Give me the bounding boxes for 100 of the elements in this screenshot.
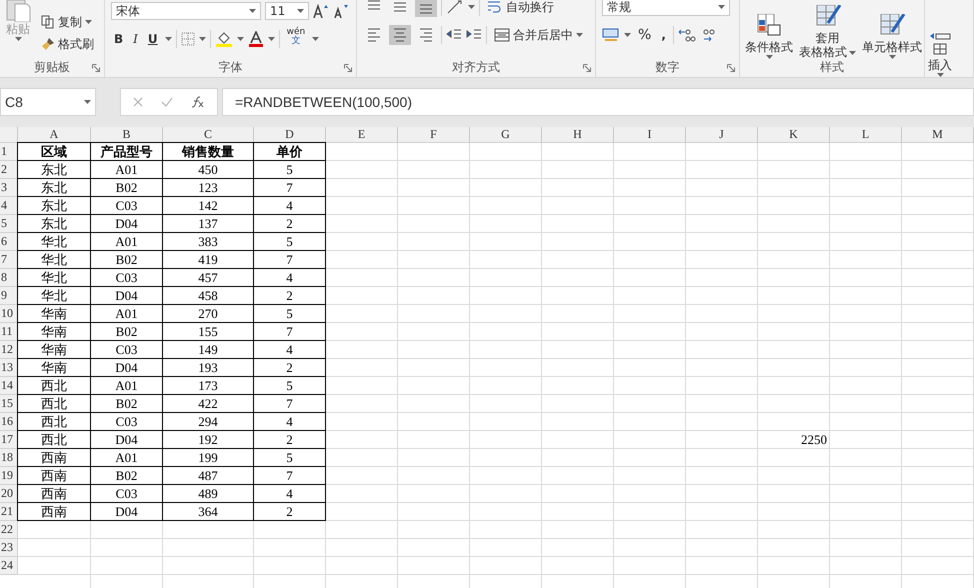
caret-icon[interactable] [849, 50, 856, 54]
caret-icon[interactable] [164, 37, 172, 41]
caret-icon[interactable] [297, 9, 304, 13]
fill-color-icon[interactable] [214, 31, 233, 47]
italic-button[interactable]: I [130, 29, 141, 49]
format-painter-button[interactable]: 格式刷 [38, 34, 97, 54]
column-header[interactable]: F [398, 127, 470, 143]
decrease-font-icon[interactable] [333, 4, 349, 18]
borders-icon[interactable] [180, 32, 195, 46]
column-header[interactable]: G [470, 127, 542, 143]
dialog-launcher-icon[interactable] [583, 64, 591, 72]
caret-icon[interactable] [85, 20, 92, 24]
formula-input[interactable]: =RANDBETWEEN(100,500) [222, 88, 974, 116]
percent-button[interactable]: % [635, 25, 654, 45]
dialog-launcher-icon[interactable] [344, 64, 352, 72]
caret-icon[interactable] [766, 55, 772, 59]
number-format-dropdown[interactable]: 常规 [602, 0, 730, 16]
row-header[interactable]: 22 [0, 521, 18, 539]
caret-icon[interactable] [198, 37, 206, 41]
table-cell: B02 [91, 395, 163, 413]
row-header[interactable]: 4 [0, 197, 18, 215]
column-header[interactable]: D [254, 127, 326, 143]
row-header[interactable]: 12 [0, 341, 18, 359]
caret-icon[interactable] [249, 9, 256, 13]
currency-icon[interactable] [602, 28, 620, 42]
merge-center-button[interactable]: 合并后居中 [491, 25, 586, 45]
caret-icon[interactable] [468, 5, 475, 9]
row-header[interactable]: 21 [0, 503, 18, 521]
column-header[interactable]: A [18, 127, 91, 143]
column-header[interactable]: I [614, 127, 686, 143]
table-cell: 2 [254, 287, 326, 305]
function-icon[interactable] [191, 96, 205, 108]
row-header[interactable]: 20 [0, 485, 18, 503]
row-header[interactable]: 11 [0, 323, 18, 341]
table-cell: D04 [91, 359, 163, 377]
table-cell: 193 [163, 359, 254, 377]
row-header[interactable]: 3 [0, 179, 18, 197]
cell-styles-button[interactable]: 单元格样式 [859, 14, 924, 59]
copy-button[interactable]: 复制 [38, 12, 97, 32]
column-header[interactable]: M [902, 127, 974, 143]
conditional-formatting-button[interactable]: 条件格式 [742, 14, 796, 59]
row-header[interactable]: 19 [0, 467, 18, 485]
underline-button[interactable]: U [144, 29, 161, 49]
row-header[interactable]: 9 [0, 287, 18, 305]
row-header[interactable]: 10 [0, 305, 18, 323]
column-header[interactable]: K [758, 127, 830, 143]
column-header[interactable]: C [163, 127, 254, 143]
column-header[interactable]: E [326, 127, 398, 143]
dialog-launcher-icon[interactable] [727, 64, 735, 72]
wrap-text-button[interactable]: 自动换行 [484, 0, 557, 17]
row-header[interactable]: 1 [0, 143, 18, 161]
row-header[interactable]: 8 [0, 269, 18, 287]
caret-icon[interactable] [268, 37, 275, 41]
table-cell: 西北 [18, 377, 91, 395]
center-align-icon [392, 27, 408, 43]
row-header[interactable]: 16 [0, 413, 18, 431]
font-size-dropdown[interactable]: 11 [265, 2, 309, 20]
row-header[interactable]: 6 [0, 233, 18, 251]
bottom-align-button[interactable] [415, 0, 437, 17]
phonetic-button[interactable]: wén 文 [284, 28, 308, 50]
column-header[interactable]: B [91, 127, 163, 143]
caret-icon[interactable] [936, 73, 944, 77]
comma-button[interactable]: , [658, 25, 669, 45]
increase-decimal-icon[interactable] [678, 28, 696, 42]
caret-icon[interactable] [14, 37, 22, 41]
row-header[interactable]: 17 [0, 431, 18, 449]
caret-icon[interactable] [312, 37, 320, 41]
center-align-button[interactable] [389, 25, 411, 45]
font-name-dropdown[interactable]: 宋体 [111, 2, 261, 20]
insert-button[interactable]: 插入 [925, 32, 955, 77]
bold-button[interactable]: B [111, 29, 126, 49]
checkmark-icon[interactable] [161, 97, 173, 107]
font-color-icon[interactable] [248, 31, 264, 47]
row-header[interactable]: 15 [0, 395, 18, 413]
copy-icon [41, 15, 55, 29]
column-header[interactable]: L [830, 127, 902, 143]
caret-icon[interactable] [236, 37, 244, 41]
caret-icon[interactable] [718, 5, 725, 9]
column-header[interactable]: J [686, 127, 758, 143]
row-header[interactable]: 5 [0, 215, 18, 233]
row-header[interactable]: 24 [0, 557, 18, 575]
table-cell: 西南 [18, 503, 91, 521]
row-header[interactable]: 2 [0, 161, 18, 179]
row-header[interactable]: 14 [0, 377, 18, 395]
format-as-table-button[interactable]: 套用 表格格式 [796, 5, 859, 59]
table-cell: 4 [254, 341, 326, 359]
row-header[interactable]: 13 [0, 359, 18, 377]
row-header[interactable]: 7 [0, 251, 18, 269]
row-header[interactable]: 18 [0, 449, 18, 467]
caret-icon[interactable] [84, 100, 91, 104]
name-box[interactable]: C8 [0, 88, 96, 116]
caret-icon[interactable] [624, 33, 631, 37]
increase-font-icon[interactable] [313, 4, 329, 18]
orientation-icon[interactable] [446, 0, 464, 15]
caret-icon[interactable] [888, 55, 896, 59]
row-header[interactable]: 23 [0, 539, 18, 557]
caret-icon[interactable] [576, 33, 583, 37]
column-header[interactable]: H [542, 127, 614, 143]
dialog-launcher-icon[interactable] [92, 64, 100, 72]
table-cell: 西北 [18, 395, 91, 413]
